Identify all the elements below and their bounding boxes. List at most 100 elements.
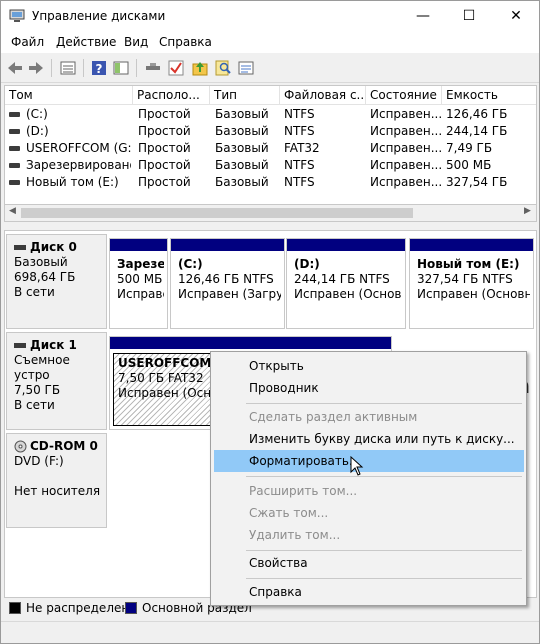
toolbar-separator bbox=[51, 59, 52, 77]
column-header-status[interactable]: Состояние bbox=[366, 86, 442, 105]
forward-arrow-icon[interactable] bbox=[27, 59, 45, 77]
svg-text:?: ? bbox=[96, 62, 103, 76]
volume-list-horizontal-scrollbar[interactable]: ◀ ▶ bbox=[4, 205, 537, 222]
volume-layout: Простой bbox=[138, 141, 191, 155]
volume-status: Исправен... bbox=[370, 141, 442, 155]
menu-separator bbox=[246, 550, 522, 551]
legend-label-unallocated: Не распределена bbox=[26, 601, 137, 615]
volume-row[interactable]: Новый том (E:) Простой Базовый NTFS Испр… bbox=[5, 174, 536, 191]
volume-type: Базовый bbox=[215, 124, 269, 138]
scrollbar-thumb[interactable] bbox=[21, 208, 413, 218]
volume-layout: Простой bbox=[138, 107, 191, 121]
menu-separator bbox=[246, 403, 522, 404]
menu-item-shrink-volume[interactable]: Сжать том... bbox=[214, 502, 524, 524]
legend-swatch-unallocated bbox=[9, 602, 21, 614]
volume-list: Том Располо... Тип Файловая с... Состоян… bbox=[4, 85, 537, 205]
disk-0-label[interactable]: Диск 0 Базовый 698,64 ГБ В сети bbox=[6, 234, 107, 329]
volume-name: Новый том (E:) bbox=[26, 175, 119, 189]
volume-row[interactable]: (C:) Простой Базовый NTFS Исправен... 12… bbox=[5, 106, 536, 123]
menu-item-change-drive-letter[interactable]: Изменить букву диска или путь к диску... bbox=[214, 428, 524, 450]
partition-name: Зарезер bbox=[117, 257, 164, 271]
menu-item-properties[interactable]: Свойства bbox=[214, 552, 524, 574]
disk-state: В сети bbox=[14, 285, 55, 299]
partition-status: Исправен (Загрузк bbox=[178, 287, 281, 301]
properties-list-icon[interactable] bbox=[59, 59, 77, 77]
volume-row[interactable]: USEROFFCOM (G:) Простой Базовый FAT32 Ис… bbox=[5, 140, 536, 157]
disk-management-app-icon bbox=[9, 9, 25, 22]
check-icon[interactable] bbox=[167, 59, 185, 77]
show-hide-pane-icon[interactable] bbox=[112, 59, 130, 77]
toolbar: ? bbox=[1, 53, 539, 83]
partition-reserved[interactable]: Зарезер 500 МБ I Исправе bbox=[109, 238, 168, 329]
cdrom-0-label[interactable]: CD-ROM 0 DVD (F:) Нет носителя bbox=[6, 433, 107, 528]
status-bar bbox=[1, 621, 539, 643]
mouse-pointer-icon bbox=[350, 456, 364, 476]
scroll-right-icon[interactable]: ▶ bbox=[524, 206, 531, 216]
volume-filesystem: FAT32 bbox=[284, 141, 320, 155]
partition-name: (C:) bbox=[178, 257, 203, 271]
menu-item-help[interactable]: Справка bbox=[214, 581, 524, 603]
volume-row[interactable]: (D:) Простой Базовый NTFS Исправен... 24… bbox=[5, 123, 536, 140]
menu-action[interactable]: Действие bbox=[56, 35, 116, 49]
partition-c[interactable]: (C:) 126,46 ГБ NTFS Исправен (Загрузк bbox=[170, 238, 285, 329]
disk-size: 7,50 ГБ bbox=[14, 383, 61, 397]
partition-size: 126,46 ГБ NTFS bbox=[178, 272, 274, 286]
disk-state: Нет носителя bbox=[14, 484, 101, 498]
title-bar: Управление дисками — ☐ ✕ bbox=[1, 1, 539, 31]
primary-partition-bar bbox=[171, 239, 284, 251]
search-icon[interactable] bbox=[214, 59, 232, 77]
column-header-filesystem[interactable]: Файловая с... bbox=[280, 86, 366, 105]
folder-up-icon[interactable] bbox=[191, 59, 209, 77]
disk-size: 698,64 ГБ bbox=[14, 270, 76, 284]
partition-d[interactable]: (D:) 244,14 ГБ NTFS Исправен (Основн bbox=[286, 238, 406, 329]
volume-capacity: 7,49 ГБ bbox=[446, 141, 493, 155]
maximize-button[interactable]: ☐ bbox=[446, 1, 492, 31]
partition-e[interactable]: Новый том (E:) 327,54 ГБ NTFS Исправен (… bbox=[409, 238, 534, 329]
help-icon[interactable]: ? bbox=[90, 59, 108, 77]
column-header-type[interactable]: Тип bbox=[210, 86, 280, 105]
volume-name: (D:) bbox=[26, 124, 49, 138]
drive-icon bbox=[9, 129, 20, 134]
partition-name: Новый том (E:) bbox=[417, 257, 520, 271]
disk-1-label[interactable]: Диск 1 Съемное устро 7,50 ГБ В сети bbox=[6, 332, 107, 430]
volume-capacity: 327,54 ГБ bbox=[446, 175, 508, 189]
volume-status: Исправен... bbox=[370, 107, 442, 121]
volume-filesystem: NTFS bbox=[284, 107, 315, 121]
menu-item-delete-volume[interactable]: Удалить том... bbox=[214, 524, 524, 546]
volume-type: Базовый bbox=[215, 107, 269, 121]
column-header-volume[interactable]: Том bbox=[5, 86, 133, 105]
volume-row[interactable]: Зарезервировано... Простой Базовый NTFS … bbox=[5, 157, 536, 174]
minimize-button[interactable]: — bbox=[400, 1, 446, 31]
menu-item-mark-active[interactable]: Сделать раздел активным bbox=[214, 406, 524, 428]
disk-type: Базовый bbox=[14, 255, 68, 269]
menu-item-format[interactable]: Форматировать... bbox=[214, 450, 524, 472]
partition-size: 500 МБ I bbox=[117, 272, 164, 286]
column-header-capacity[interactable]: Емкость bbox=[442, 86, 538, 105]
volume-type: Базовый bbox=[215, 175, 269, 189]
scroll-left-icon[interactable]: ◀ bbox=[9, 206, 16, 216]
menu-item-explorer[interactable]: Проводник bbox=[214, 377, 524, 399]
menu-view[interactable]: Вид bbox=[124, 35, 148, 49]
connect-icon[interactable] bbox=[144, 59, 162, 77]
menu-help[interactable]: Справка bbox=[159, 35, 212, 49]
disk-name: Диск 1 bbox=[30, 338, 77, 352]
column-header-layout[interactable]: Располо... bbox=[133, 86, 210, 105]
menu-item-open[interactable]: Открыть bbox=[214, 355, 524, 377]
partition-name: (D:) bbox=[294, 257, 320, 271]
menu-file[interactable]: Файл bbox=[11, 35, 44, 49]
cd-rom-icon bbox=[14, 440, 27, 453]
volume-list-header: Том Располо... Тип Файловая с... Состоян… bbox=[5, 86, 536, 105]
menu-item-extend-volume[interactable]: Расширить том... bbox=[214, 480, 524, 502]
view-list-icon[interactable] bbox=[237, 59, 255, 77]
removable-disk-icon bbox=[14, 343, 26, 348]
menu-separator bbox=[246, 476, 522, 477]
volume-capacity: 244,14 ГБ bbox=[446, 124, 508, 138]
primary-partition-bar bbox=[110, 337, 391, 349]
disk-size bbox=[14, 469, 106, 484]
back-arrow-icon[interactable] bbox=[6, 59, 24, 77]
drive-icon bbox=[9, 146, 20, 151]
volume-filesystem: NTFS bbox=[284, 158, 315, 172]
close-button[interactable]: ✕ bbox=[493, 1, 539, 31]
menu-separator bbox=[246, 578, 522, 579]
disk-type: DVD (F:) bbox=[14, 454, 64, 468]
